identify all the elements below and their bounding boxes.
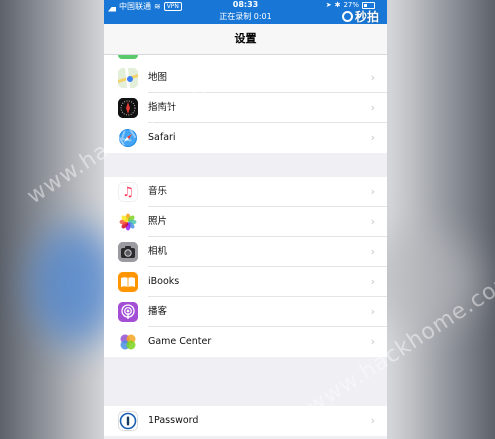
compass-icon [118, 98, 138, 118]
page-title: 设置 [234, 32, 257, 45]
settings-row-label: Safari [148, 132, 176, 143]
settings-row-compass[interactable]: 指南针 › [104, 93, 387, 123]
miaopai-ring-icon [341, 11, 353, 22]
game-center-icon [118, 332, 138, 352]
settings-group-1: 地图 › 指南针 › Safari › [104, 63, 387, 153]
settings-row-label: iBooks [148, 276, 180, 287]
chevron-right-icon: › [370, 185, 375, 198]
miaopai-logo: 秒拍 [341, 8, 379, 25]
settings-row-label: 照片 [148, 216, 168, 227]
maps-icon [118, 68, 138, 88]
chevron-right-icon: › [370, 131, 375, 144]
chevron-right-icon: › [370, 101, 375, 114]
settings-row-safari[interactable]: Safari › [104, 123, 387, 153]
settings-group-2: ♫ 音乐 › 照片 › 相机 › iBooks › 播客 › Game Cent… [104, 177, 387, 357]
phone-screen: 中国联通 ≋ VPN 08:33 正在录制 0:01 ➤ ✱ 27% 秒拍 设置 [104, 0, 387, 439]
photos-icon [118, 212, 138, 232]
settings-row-music[interactable]: ♫ 音乐 › [104, 177, 387, 207]
settings-row-1password[interactable]: 1Password › [104, 406, 387, 436]
ibooks-icon [118, 272, 138, 292]
settings-row-photos[interactable]: 照片 › [104, 207, 387, 237]
chevron-right-icon: › [370, 414, 375, 427]
settings-group-3: 1Password › [104, 406, 387, 436]
miaopai-logo-text: 秒拍 [354, 10, 379, 24]
navigation-bar: 设置 [104, 24, 387, 55]
podcasts-icon [118, 302, 138, 322]
settings-row-label: Game Center [148, 336, 212, 347]
status-bar: 中国联通 ≋ VPN 08:33 正在录制 0:01 ➤ ✱ 27% 秒拍 [104, 0, 387, 24]
chevron-right-icon: › [370, 305, 375, 318]
settings-row-camera[interactable]: 相机 › [104, 237, 387, 267]
chevron-right-icon: › [370, 245, 375, 258]
settings-row-label: 播客 [148, 306, 168, 317]
location-icon: ➤ [325, 1, 332, 9]
settings-row-label: 1Password [148, 415, 199, 426]
safari-icon [118, 128, 138, 148]
settings-row-label: 指南针 [148, 102, 177, 113]
chevron-right-icon: › [370, 71, 375, 84]
chevron-right-icon: › [370, 335, 375, 348]
settings-row-game-center[interactable]: Game Center › [104, 327, 387, 357]
music-icon: ♫ [118, 182, 138, 202]
bluetooth-icon: ✱ [334, 1, 341, 9]
settings-row-label: 音乐 [148, 186, 168, 197]
settings-row-label: 相机 [148, 246, 168, 257]
settings-row-label: 地图 [148, 72, 168, 83]
onepassword-icon [118, 411, 138, 431]
chevron-right-icon: › [370, 215, 375, 228]
settings-row-ibooks[interactable]: iBooks › [104, 267, 387, 297]
camera-icon [118, 242, 138, 262]
chevron-right-icon: › [370, 275, 375, 288]
partial-row-top [104, 55, 387, 63]
settings-row-maps[interactable]: 地图 › [104, 63, 387, 93]
settings-row-podcasts[interactable]: 播客 › [104, 297, 387, 327]
partial-app-icon [118, 55, 138, 59]
